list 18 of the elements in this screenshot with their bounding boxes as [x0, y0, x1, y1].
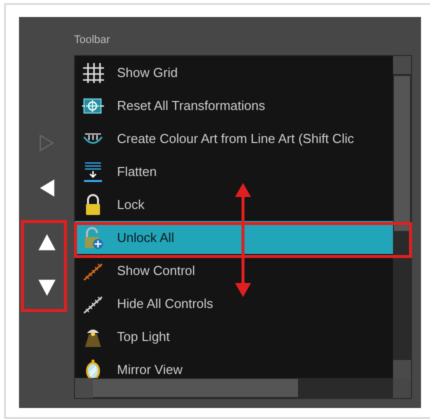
- toolbar-list-item[interactable]: Mirror View: [75, 353, 393, 378]
- down-arrow-icon: [36, 277, 56, 297]
- toolbar-list-item[interactable]: Create Colour Art from Line Art (Shift Clic: [75, 122, 393, 155]
- toolbar-label: Toolbar: [74, 33, 110, 48]
- toolbar-list-item[interactable]: Lock: [75, 188, 393, 221]
- right-arrow-icon: [36, 133, 56, 153]
- grid-icon: [81, 60, 105, 84]
- vertical-scrollbar[interactable]: [393, 56, 411, 378]
- toolbar-list-item[interactable]: Top Light: [75, 320, 393, 353]
- flatten-icon: [81, 160, 105, 184]
- toolbar-list-item[interactable]: Show Control: [75, 254, 393, 287]
- toolbar-list-item[interactable]: Flatten: [75, 155, 393, 188]
- toolbar-list-item[interactable]: Reset All Transformations: [75, 89, 393, 122]
- horizontal-scrollbar[interactable]: [75, 378, 393, 398]
- scrollbar-corner: [393, 378, 411, 398]
- up-arrow-icon: [36, 233, 56, 253]
- toolbar-list-item[interactable]: Hide All Controls: [75, 287, 393, 320]
- toolbar-list-item[interactable]: Show Grid: [75, 56, 393, 89]
